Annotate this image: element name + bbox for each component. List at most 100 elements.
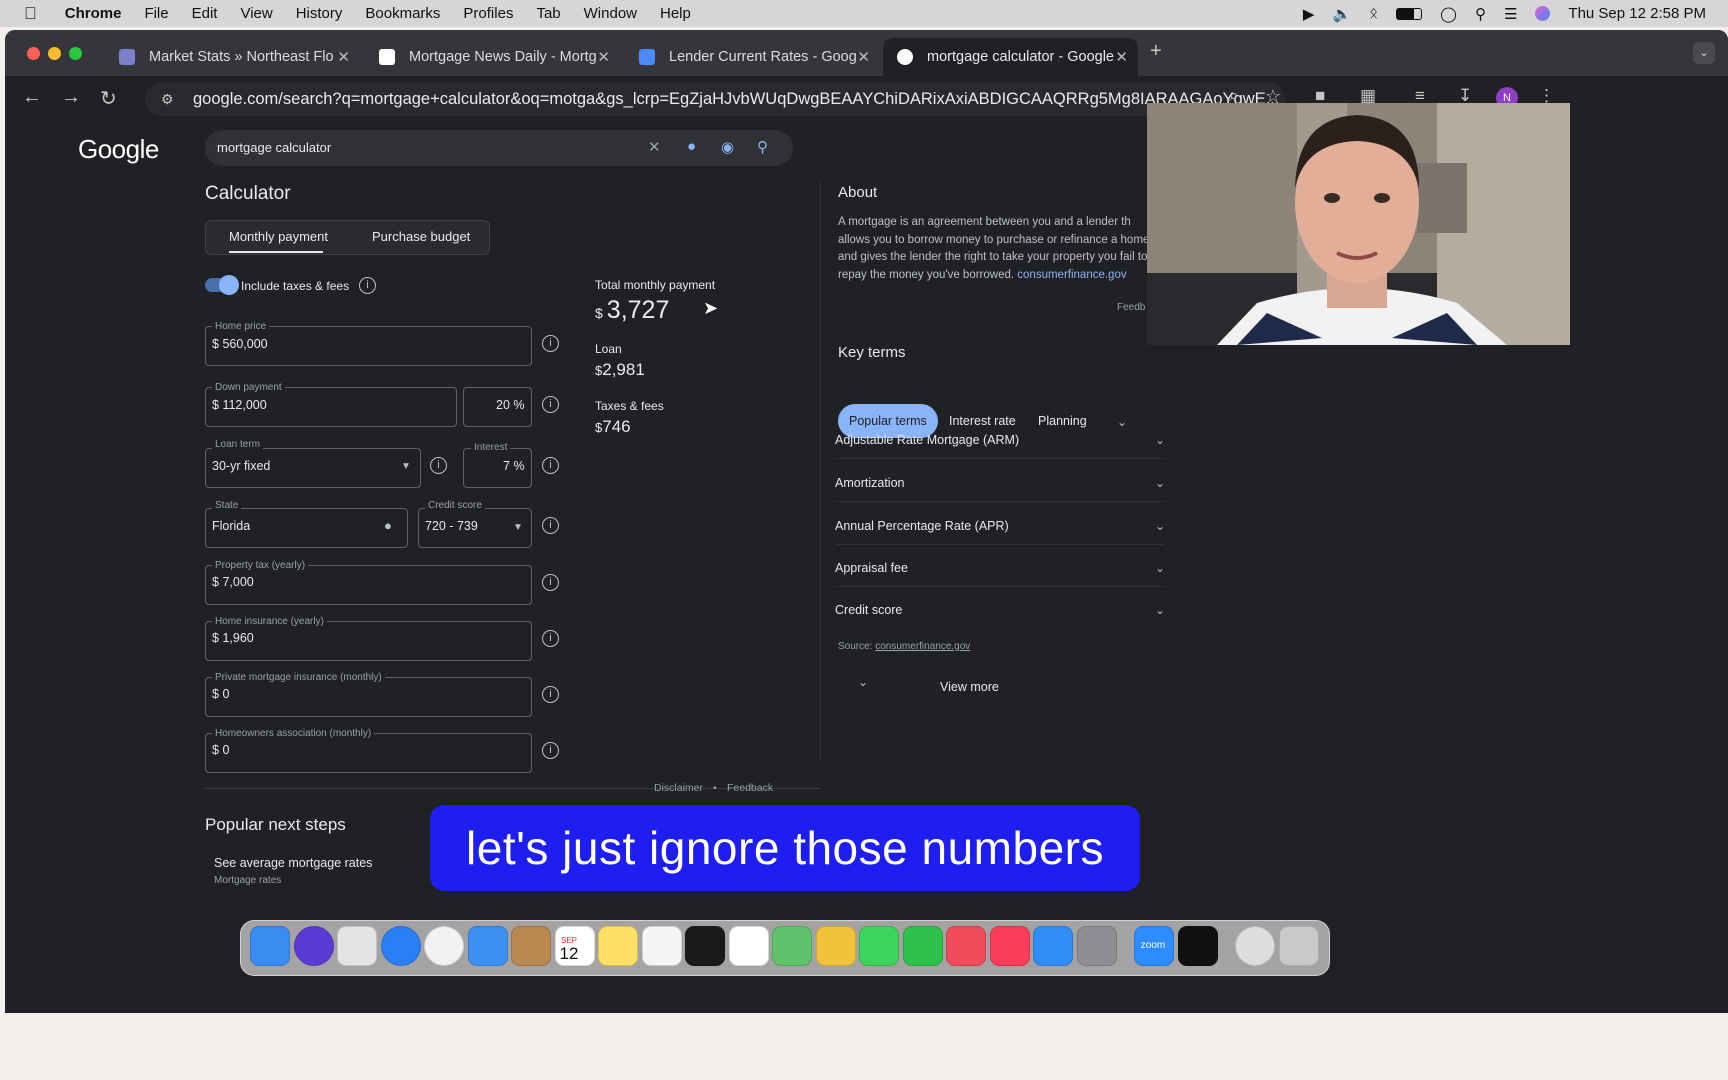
taxes-toggle[interactable] (205, 275, 239, 295)
menu-file[interactable]: File (144, 5, 168, 22)
tab-purchase-budget[interactable]: Purchase budget (372, 229, 470, 244)
settings-app-icon[interactable] (1076, 926, 1117, 966)
microphone-icon[interactable]: ● (687, 138, 696, 155)
contacts-app-icon[interactable] (511, 926, 551, 966)
messages-app-icon[interactable] (859, 926, 899, 966)
term-appraisal-fee[interactable]: Appraisal fee ⌄ (835, 549, 1165, 587)
new-tab-button[interactable]: + (1150, 40, 1162, 63)
property-tax-field[interactable] (205, 565, 532, 605)
term-amortization[interactable]: Amortization ⌄ (835, 464, 1165, 502)
hoa-field[interactable] (205, 733, 532, 773)
reminders-app-icon[interactable] (728, 926, 769, 966)
search-icon[interactable]: ⚲ (757, 138, 768, 156)
photos-app-icon[interactable] (815, 926, 856, 966)
clear-search-icon[interactable]: ✕ (648, 138, 661, 156)
site-info-icon[interactable]: ⚙ (161, 82, 174, 116)
property-tax-value: 7,000 (222, 575, 254, 589)
about-link[interactable]: consumerfinance.gov (1017, 269, 1126, 281)
close-icon[interactable]: ✕ (337, 48, 350, 66)
search-input[interactable]: mortgage calculator (205, 130, 793, 166)
tab-title: Mortgage News Daily - Mortg (409, 49, 597, 65)
menu-tab[interactable]: Tab (536, 5, 560, 22)
freeform-app-icon[interactable] (641, 926, 682, 966)
menu-help[interactable]: Help (660, 5, 691, 22)
capcut-app-icon[interactable] (1177, 926, 1218, 966)
tab-mortgage-news[interactable]: Mortgage News Daily - Mortg ✕ (365, 38, 620, 76)
menu-history[interactable]: History (296, 5, 343, 22)
tab-monthly-payment[interactable]: Monthly payment (229, 229, 328, 244)
info-icon[interactable]: i (542, 742, 559, 759)
close-icon[interactable]: ✕ (857, 48, 870, 66)
minimize-window-button[interactable] (48, 47, 61, 60)
spotlight-icon[interactable]: ⚲ (1475, 5, 1486, 23)
mail-app-icon[interactable] (467, 926, 508, 966)
info-icon[interactable]: i (359, 277, 376, 294)
facetime-app-icon[interactable] (902, 926, 943, 966)
activity-app-icon[interactable] (1235, 926, 1275, 966)
news-app-icon[interactable] (946, 926, 986, 966)
menu-bookmarks[interactable]: Bookmarks (365, 5, 440, 22)
tab-mortgage-calculator[interactable]: mortgage calculator - Google ✕ (883, 38, 1138, 76)
bluetooth-icon[interactable]: ᛟ (1369, 5, 1378, 22)
feedback-link[interactable]: Feedb (1117, 302, 1145, 313)
menu-window[interactable]: Window (584, 5, 637, 22)
app-store-app-icon[interactable] (1033, 926, 1073, 966)
volume-icon[interactable]: 🔈 (1332, 5, 1351, 23)
info-icon[interactable]: i (542, 517, 559, 534)
info-icon[interactable]: i (542, 686, 559, 703)
close-icon[interactable]: ✕ (1115, 48, 1128, 66)
info-icon[interactable]: i (542, 457, 559, 474)
reload-button[interactable]: ↻ (100, 86, 117, 111)
apple-icon[interactable]:  (24, 4, 37, 24)
info-icon[interactable]: i (542, 630, 559, 647)
chrome-app-icon[interactable] (424, 926, 464, 966)
info-icon[interactable]: i (430, 457, 447, 474)
tab-market-stats[interactable]: Market Stats » Northeast Flo ✕ (105, 38, 360, 76)
google-logo[interactable]: Google (78, 134, 159, 165)
finder-app-icon[interactable] (250, 926, 290, 966)
tab-search-icon[interactable]: ⌄ (1693, 42, 1715, 64)
control-center-icon[interactable]: ☰ (1504, 5, 1517, 23)
battery-icon[interactable] (1396, 7, 1423, 20)
launchpad-app-icon[interactable] (337, 926, 377, 966)
term-apr[interactable]: Annual Percentage Rate (APR) ⌄ (835, 507, 1165, 545)
info-icon[interactable]: i (542, 574, 559, 591)
lens-icon[interactable]: ◉ (721, 138, 734, 156)
trash-app-icon[interactable] (1278, 926, 1319, 966)
forward-button[interactable]: → (61, 86, 81, 109)
menu-profiles[interactable]: Profiles (463, 5, 513, 22)
next-step-link[interactable]: See average mortgage rates (214, 856, 372, 870)
maps-app-icon[interactable] (772, 926, 812, 966)
notes-app-icon[interactable] (598, 926, 638, 966)
siri-icon[interactable] (1535, 6, 1551, 21)
tab-lender-rates[interactable]: Lender Current Rates - Goog ✕ (625, 38, 880, 76)
source-link[interactable]: consumerfinance.gov (875, 641, 970, 652)
wifi-icon[interactable]: ◯ (1440, 5, 1457, 23)
safari-app-icon[interactable] (380, 926, 421, 966)
siri-app-icon[interactable] (293, 926, 334, 966)
view-more-button[interactable]: View more (940, 680, 999, 694)
location-pin-icon[interactable]: ● (384, 518, 392, 533)
close-window-button[interactable] (27, 47, 40, 60)
menu-edit[interactable]: Edit (192, 5, 218, 22)
pmi-field[interactable] (205, 677, 532, 717)
zoom-window-button[interactable] (69, 47, 82, 60)
menu-app-name[interactable]: Chrome (65, 5, 122, 22)
chevron-down-icon: ⌄ (1154, 603, 1165, 617)
disclaimer-link[interactable]: Disclaimer (654, 782, 703, 794)
home-insurance-field[interactable] (205, 621, 532, 661)
state-label: State (212, 500, 242, 511)
info-icon[interactable]: i (542, 335, 559, 352)
close-icon[interactable]: ✕ (597, 48, 610, 66)
play-icon[interactable]: ▶ (1303, 5, 1315, 23)
music-app-icon[interactable] (989, 926, 1030, 966)
calculator-feedback-link[interactable]: Feedback (727, 782, 773, 794)
menu-view[interactable]: View (240, 5, 272, 22)
term-arm[interactable]: Adjustable Rate Mortgage (ARM) ⌄ (835, 421, 1165, 459)
menu-clock[interactable]: Thu Sep 12 2:58 PM (1568, 5, 1706, 22)
info-icon[interactable]: i (542, 396, 559, 413)
back-button[interactable]: ← (22, 86, 42, 109)
term-credit-score[interactable]: Credit score ⌄ (835, 591, 1165, 629)
tv-app-icon[interactable] (685, 926, 725, 966)
address-bar[interactable]: ⚙ google.com/search?q=mortgage+calculato… (145, 82, 1285, 116)
